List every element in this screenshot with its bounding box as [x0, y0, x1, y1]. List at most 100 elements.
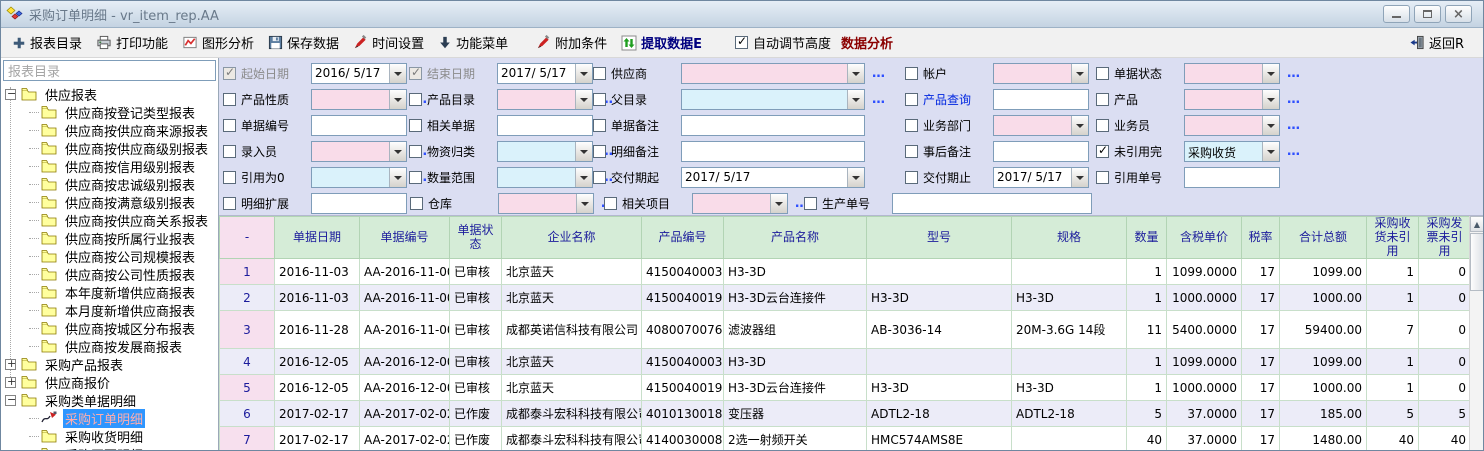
prod-nature-checkbox[interactable] [223, 93, 236, 106]
tree-item[interactable]: 供应商按供应商来源报表 [1, 121, 218, 139]
end-date-checkbox[interactable] [409, 67, 422, 80]
tree-item[interactable]: 采购开票明细 [1, 445, 218, 451]
scrollbar-thumb[interactable] [1470, 233, 1483, 291]
ref-zero-select[interactable] [311, 167, 407, 188]
product-more-button[interactable]: … [1287, 92, 1300, 107]
col-header-doc-status[interactable]: 单据状态 [450, 217, 502, 259]
doc-no-input[interactable] [311, 115, 407, 136]
grid-row[interactable]: 6 2017-02-17 AA-2017-02-029 已作废 成都泰斗宏科科技… [220, 401, 1471, 427]
qty-range-select[interactable] [497, 167, 593, 188]
ref-zero-checkbox[interactable] [223, 171, 236, 184]
supplier-checkbox[interactable] [593, 67, 606, 80]
supplier-select[interactable] [681, 63, 865, 84]
tree-item[interactable]: 供应商按公司性质报表 [1, 265, 218, 283]
prod-nature-select[interactable] [311, 89, 407, 110]
minimize-button[interactable] [1383, 5, 1410, 23]
parent-catalog-more-button[interactable]: … [872, 92, 885, 107]
parent-catalog-select[interactable] [681, 89, 865, 110]
end-date-select[interactable]: 2017/ 5/17 [497, 63, 593, 84]
prod-order-no-input[interactable] [892, 193, 1092, 214]
col-header-company[interactable]: 企业名称 [502, 217, 642, 259]
col-header-qty[interactable]: 数量 [1127, 217, 1167, 259]
account-checkbox[interactable] [905, 67, 918, 80]
extract-data-button[interactable]: 提取数据E [614, 31, 709, 55]
not-fully-ref-checkbox[interactable] [1096, 145, 1109, 158]
tree-item[interactable]: 供应商按登记类型报表 [1, 103, 218, 121]
supplier-more-button[interactable]: … [872, 66, 885, 81]
save-data-button[interactable]: 保存数据 [261, 31, 346, 55]
warehouse-select[interactable] [498, 193, 594, 214]
grid-row[interactable]: 3 2016-11-28 AA-2016-11-0004 已审核 成都英诺信科技… [220, 311, 1471, 349]
report-catalog-button[interactable]: 报表目录 [5, 31, 89, 55]
tree-item[interactable]: 供应商按供应商级别报表 [1, 139, 218, 157]
auto-height-toggle[interactable]: 自动调节高度 [735, 33, 831, 52]
extra-conditions-button[interactable]: 附加条件 [529, 31, 614, 55]
tree-item[interactable]: 供应商按发展商报表 [1, 337, 218, 355]
warehouse-checkbox[interactable] [410, 197, 423, 210]
qty-range-checkbox[interactable] [409, 171, 422, 184]
biz-staff-more-button[interactable]: … [1287, 118, 1300, 133]
deliver-to-checkbox[interactable] [905, 171, 918, 184]
chart-analysis-button[interactable]: 图形分析 [175, 31, 261, 55]
expand-toggle-icon[interactable] [5, 89, 16, 100]
tree-item[interactable]: 采购收货明细 [1, 427, 218, 445]
prod-catalog-select[interactable] [497, 89, 593, 110]
deliver-to-select[interactable]: 2017/ 5/17 [993, 167, 1089, 188]
tree-item[interactable]: 供应商按满意级别报表 [1, 193, 218, 211]
print-button[interactable]: 打印功能 [89, 31, 175, 55]
prod-order-no-checkbox[interactable] [804, 197, 817, 210]
start-date-checkbox[interactable] [223, 67, 236, 80]
grid-row[interactable]: 5 2016-12-05 AA-2016-12-0001 已审核 北京蓝天 41… [220, 375, 1471, 401]
col-header-inv-unref[interactable]: 采购发票未引用 [1419, 217, 1471, 259]
expand-toggle-icon[interactable] [5, 377, 16, 388]
entry-clerk-select[interactable] [311, 141, 407, 162]
time-settings-button[interactable]: 时间设置 [346, 31, 431, 55]
col-header-doc-date[interactable]: 单据日期 [275, 217, 360, 259]
deliver-from-checkbox[interactable] [593, 171, 606, 184]
col-header-total[interactable]: 合计总额 [1280, 217, 1367, 259]
doc-status-select[interactable] [1184, 63, 1280, 84]
tree-item[interactable]: 本月度新增供应商报表 [1, 301, 218, 319]
col-header-prod-name[interactable]: 产品名称 [724, 217, 867, 259]
prod-catalog-checkbox[interactable] [409, 93, 422, 106]
ref-doc-no-input[interactable] [1184, 167, 1280, 188]
biz-staff-checkbox[interactable] [1096, 119, 1109, 132]
related-doc-checkbox[interactable] [409, 119, 422, 132]
material-class-select[interactable] [497, 141, 593, 162]
related-doc-input[interactable] [497, 115, 593, 136]
maximize-button[interactable] [1414, 5, 1441, 23]
ref-doc-no-checkbox[interactable] [1096, 171, 1109, 184]
after-memo-input[interactable] [993, 141, 1089, 162]
detail-memo-checkbox[interactable] [593, 145, 606, 158]
tree-item[interactable]: 供应商按所属行业报表 [1, 229, 218, 247]
grid-row[interactable]: 1 2016-11-03 AA-2016-11-0002 已审核 北京蓝天 41… [220, 259, 1471, 285]
col-header-prod-no[interactable]: 产品编号 [642, 217, 724, 259]
prod-query-checkbox[interactable] [905, 93, 918, 106]
tree-item[interactable]: 供应报表 [1, 85, 218, 103]
tree-item[interactable]: 供应商按忠诚级别报表 [1, 175, 218, 193]
doc-status-more-button[interactable]: … [1287, 66, 1300, 81]
grid-row[interactable]: 4 2016-12-05 AA-2016-12-0001 已审核 北京蓝天 41… [220, 349, 1471, 375]
product-select[interactable] [1184, 89, 1280, 110]
entry-clerk-checkbox[interactable] [223, 145, 236, 158]
tree-item[interactable]: 采购类单据明细 [1, 391, 218, 409]
auto-height-checkbox[interactable] [735, 36, 748, 49]
col-header-doc-no[interactable]: 单据编号 [360, 217, 450, 259]
expand-toggle-icon[interactable] [5, 359, 16, 370]
tree-item[interactable]: 供应商按供应商关系报表 [1, 211, 218, 229]
detail-ext-checkbox[interactable] [223, 197, 236, 210]
data-analysis-button[interactable]: 数据分析 [831, 33, 903, 52]
biz-staff-select[interactable] [1184, 115, 1280, 136]
col-header-price[interactable]: 含税单价 [1167, 217, 1242, 259]
not-fully-ref-select[interactable]: 采购收货 [1184, 141, 1280, 162]
not-fully-ref-more-button[interactable]: … [1287, 144, 1300, 159]
tree-item[interactable]: 供应商按城区分布报表 [1, 319, 218, 337]
close-button[interactable]: × [1445, 5, 1472, 23]
col-header-index[interactable]: - [220, 217, 275, 259]
scroll-up-button[interactable]: ▲ [1470, 216, 1483, 232]
grid-row[interactable]: 7 2017-02-17 AA-2017-02-029 已作废 成都泰斗宏科科技… [220, 427, 1471, 451]
biz-dept-checkbox[interactable] [905, 119, 918, 132]
detail-memo-input[interactable] [681, 141, 865, 162]
vertical-scrollbar[interactable]: ▲ [1469, 216, 1483, 451]
grid-row[interactable]: 2 2016-11-03 AA-2016-11-0002 已审核 北京蓝天 41… [220, 285, 1471, 311]
